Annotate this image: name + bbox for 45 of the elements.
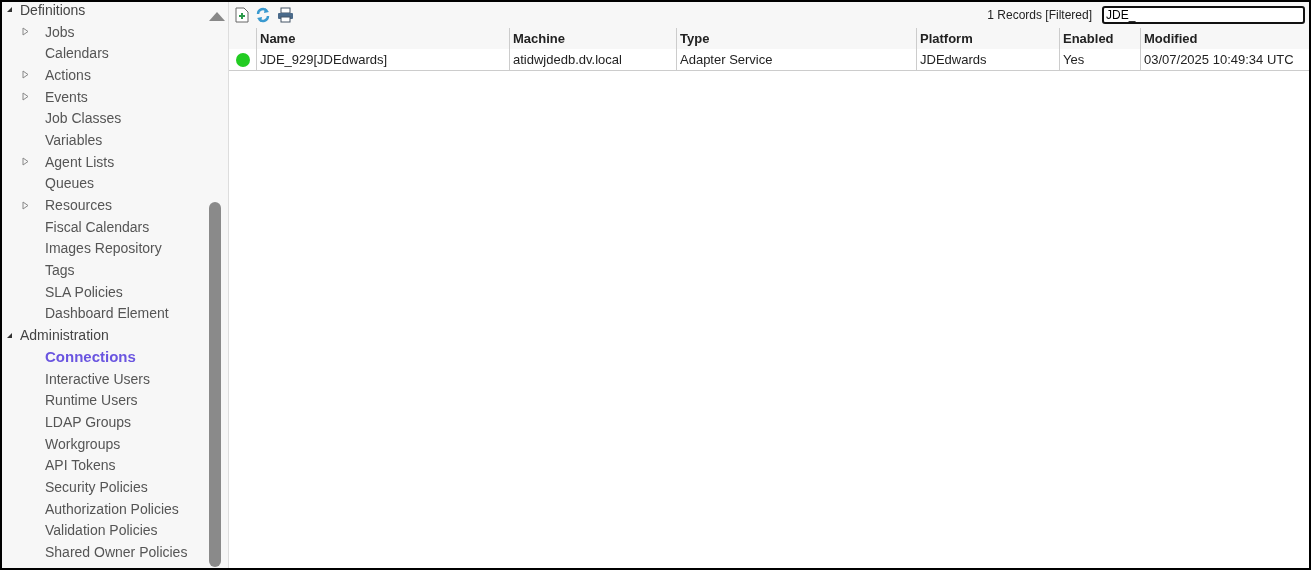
- tree-item[interactable]: Variables: [45, 131, 103, 148]
- column-header[interactable]: Modified: [1140, 28, 1309, 49]
- tree-item[interactable]: Jobs: [45, 23, 75, 40]
- tree-item[interactable]: Dashboard Element: [45, 305, 169, 322]
- scrollbar-thumb[interactable]: [209, 202, 221, 567]
- tree-item[interactable]: Connections: [45, 348, 136, 366]
- tree-item[interactable]: Runtime Users: [45, 392, 138, 409]
- new-document-icon[interactable]: [235, 7, 249, 23]
- record-count: 1 Records [Filtered]: [987, 8, 1092, 22]
- tree-item[interactable]: Agent Lists: [45, 153, 115, 170]
- tree-item[interactable]: LDAP Groups: [45, 413, 132, 430]
- tree-item[interactable]: Actions: [45, 66, 91, 83]
- tree-item[interactable]: Definitions: [20, 2, 86, 18]
- table-cell: 03/07/2025 10:49:34 UTC: [1140, 49, 1309, 70]
- scroll-up-icon[interactable]: [208, 12, 225, 21]
- tree-item[interactable]: Tags: [45, 262, 75, 279]
- tree-item[interactable]: Queues: [45, 175, 95, 192]
- tree-item[interactable]: Images Repository: [45, 240, 162, 257]
- tree-item[interactable]: Job Classes: [45, 110, 122, 127]
- tree-item[interactable]: Security Policies: [45, 478, 148, 495]
- column-header[interactable]: Enabled: [1059, 28, 1140, 49]
- tree-item[interactable]: Resources: [45, 197, 112, 214]
- filter-field[interactable]: JDE_: [1102, 6, 1305, 24]
- column-header[interactable]: Machine: [509, 28, 676, 49]
- table-cell: Yes: [1059, 49, 1140, 70]
- table-cell: Adapter Service: [676, 49, 916, 70]
- column-header[interactable]: Type: [676, 28, 916, 49]
- tree-item[interactable]: Administration: [20, 327, 109, 344]
- tree-item[interactable]: Shared Owner Policies: [45, 544, 188, 561]
- tree-item[interactable]: API Tokens: [45, 457, 116, 474]
- tree-item[interactable]: Authorization Policies: [45, 500, 179, 517]
- print-icon[interactable]: [277, 7, 294, 23]
- table-cell: JDEdwards: [916, 49, 1059, 70]
- refresh-icon[interactable]: [255, 7, 271, 23]
- tree-item[interactable]: Validation Policies: [45, 522, 158, 539]
- tree-item[interactable]: Fiscal Calendars: [45, 218, 150, 235]
- tree-item[interactable]: Events: [45, 88, 88, 105]
- column-header[interactable]: Platform: [916, 28, 1059, 49]
- tree-item[interactable]: SLA Policies: [45, 283, 123, 300]
- tree-item[interactable]: Interactive Users: [45, 370, 151, 387]
- table-cell: JDE_929[JDEdwards]: [256, 49, 509, 70]
- column-header[interactable]: Name: [256, 28, 509, 49]
- tree-item[interactable]: Workgroups: [45, 435, 121, 452]
- tree-item[interactable]: Calendars: [45, 45, 109, 62]
- table-cell: atidwjdedb.dv.local: [509, 49, 676, 70]
